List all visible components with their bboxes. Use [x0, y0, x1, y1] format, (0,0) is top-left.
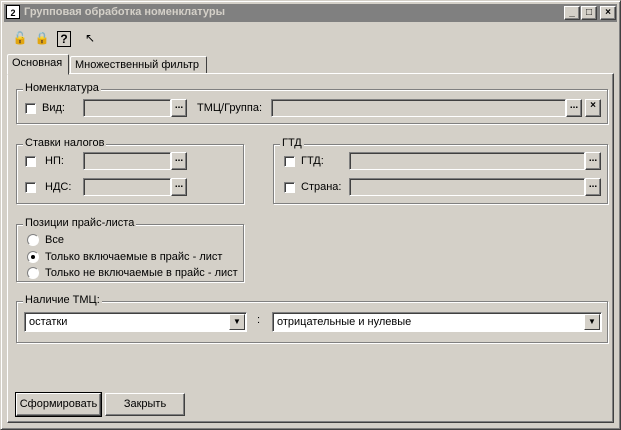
gtd-label: ГТД:	[301, 155, 324, 167]
close-button[interactable]: ×	[600, 6, 616, 20]
taxes-legend: Ставки налогов	[23, 137, 107, 149]
group-label: ТМЦ/Группа:	[197, 102, 262, 114]
chevron-down-icon[interactable]: ▼	[229, 314, 245, 330]
vid-checkbox[interactable]	[25, 103, 36, 114]
close-dialog-button-label: Закрыть	[123, 398, 167, 410]
stock-condition-select[interactable]: отрицательные и нулевые ▼	[272, 312, 602, 332]
tab-main[interactable]: Основная	[7, 54, 69, 75]
close-dialog-button[interactable]: Закрыть	[105, 393, 185, 416]
price-included-label: Только включаемые в прайс - лист	[45, 251, 223, 263]
pointer-help-icon[interactable]: ↖	[81, 29, 99, 47]
maximize-button[interactable]: □	[581, 6, 597, 20]
nds-checkbox[interactable]	[25, 182, 36, 193]
group-field[interactable]	[271, 99, 566, 117]
stock-separator: :	[257, 314, 261, 326]
gtd-checkbox[interactable]	[284, 156, 295, 167]
stock-type-value: остатки	[29, 316, 68, 328]
country-field[interactable]	[349, 178, 585, 196]
np-label: НП:	[45, 155, 64, 167]
country-label: Страна:	[301, 181, 342, 193]
np-field[interactable]	[83, 152, 171, 170]
group-browse-button[interactable]: ...	[566, 99, 582, 117]
title-bar[interactable]: 2 Групповая обработка номенклатуры _ □ ×	[4, 4, 617, 22]
price-all-radio[interactable]	[27, 234, 39, 246]
lock-open-icon[interactable]: 🔓	[11, 29, 29, 47]
nds-browse-button[interactable]: ...	[171, 178, 187, 196]
price-excluded-label: Только не включаемые в прайс - лист	[45, 267, 238, 279]
price-all-label: Все	[45, 234, 64, 246]
chevron-down-icon[interactable]: ▼	[584, 314, 600, 330]
nds-field[interactable]	[83, 178, 171, 196]
np-checkbox[interactable]	[25, 156, 36, 167]
vid-browse-button[interactable]: ...	[171, 99, 187, 117]
group-clear-button[interactable]: ×	[585, 99, 601, 117]
vid-field[interactable]	[83, 99, 171, 117]
country-checkbox[interactable]	[284, 182, 295, 193]
stock-condition-value: отрицательные и нулевые	[277, 316, 412, 328]
window-title: Групповая обработка номенклатуры	[24, 6, 225, 18]
gtd-field[interactable]	[349, 152, 585, 170]
lock-closed-icon[interactable]: 🔒	[33, 29, 51, 47]
generate-button-label: Сформировать	[19, 398, 98, 410]
tab-multi-filter[interactable]: Множественный фильтр	[70, 56, 207, 74]
price-excluded-radio[interactable]	[27, 267, 39, 279]
help-icon[interactable]: ?	[57, 31, 71, 47]
minimize-button[interactable]: _	[564, 6, 580, 20]
gtd-legend: ГТД	[280, 137, 304, 149]
stock-type-select[interactable]: остатки ▼	[24, 312, 247, 332]
price-included-radio[interactable]	[27, 251, 39, 263]
gtd-browse-button[interactable]: ...	[585, 152, 601, 170]
generate-button[interactable]: Сформировать	[15, 392, 102, 417]
stock-legend: Наличие ТМЦ:	[23, 294, 102, 306]
main-window: 2 Групповая обработка номенклатуры _ □ ×…	[0, 0, 621, 430]
country-browse-button[interactable]: ...	[585, 178, 601, 196]
vid-label: Вид:	[42, 102, 65, 114]
nds-label: НДС:	[45, 181, 72, 193]
np-browse-button[interactable]: ...	[171, 152, 187, 170]
price-list-legend: Позиции прайс-листа	[23, 217, 137, 229]
nomenclature-legend: Номенклатура	[23, 82, 101, 94]
app-icon: 2	[6, 5, 20, 19]
